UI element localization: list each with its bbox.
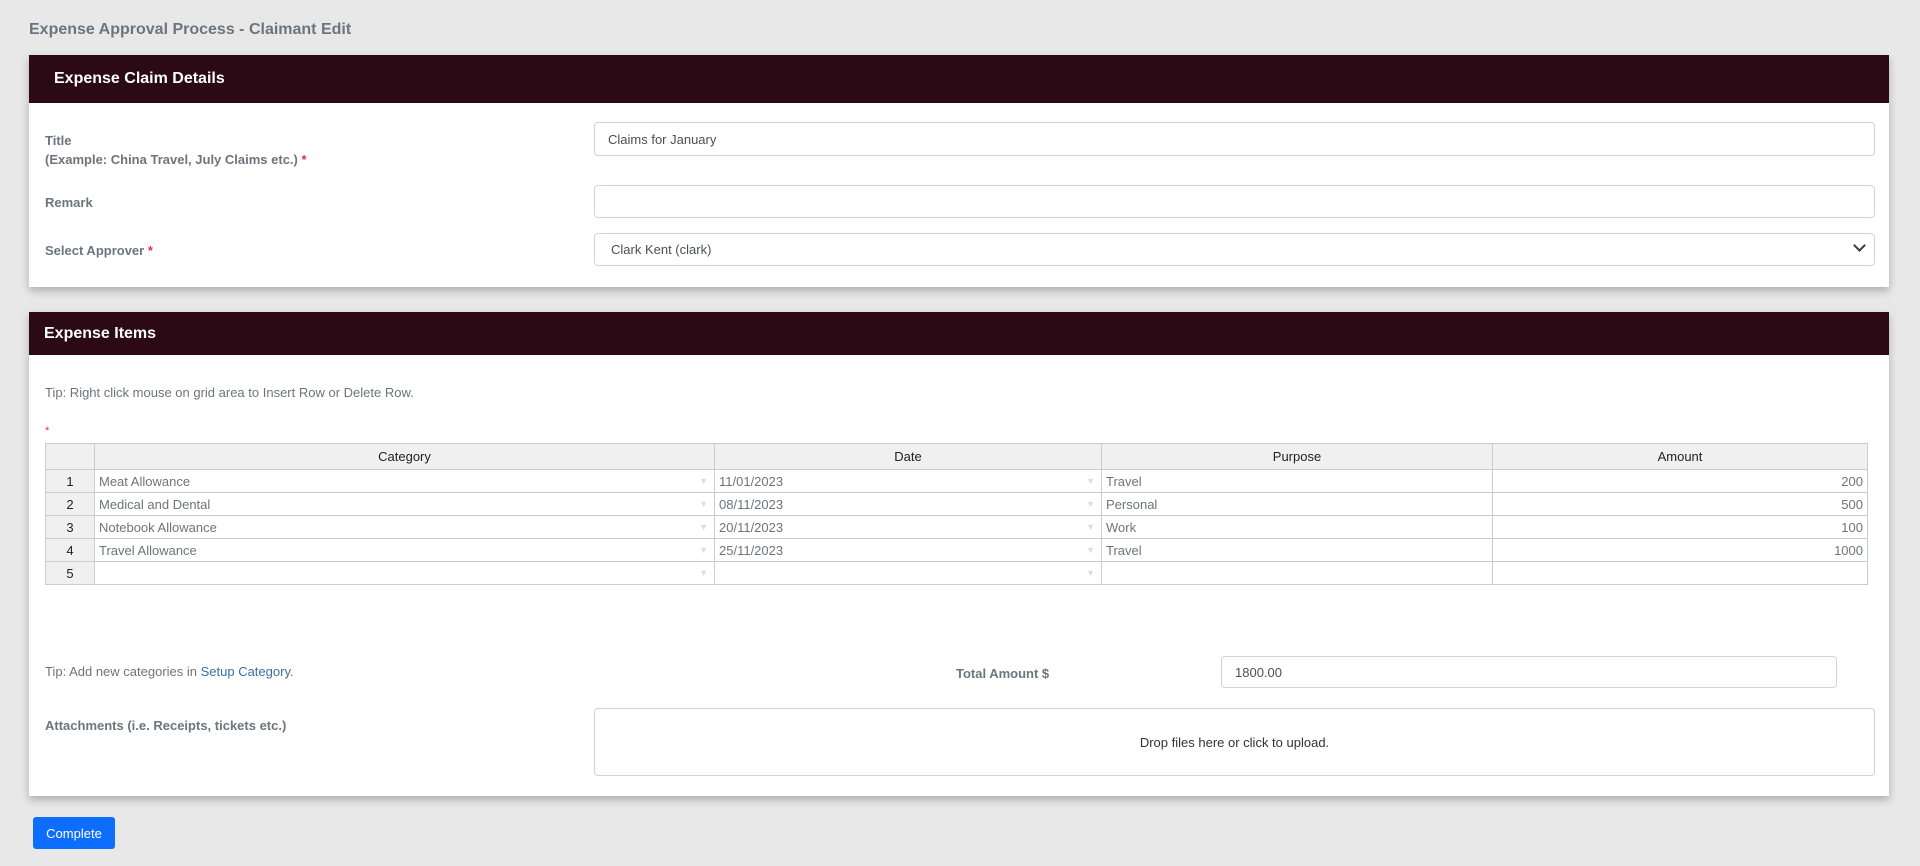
date-cell[interactable]: 11/01/2023 ▼	[714, 469, 1102, 493]
row-number[interactable]: 3	[45, 515, 95, 539]
row-number[interactable]: 1	[45, 469, 95, 493]
remark-input[interactable]	[594, 185, 1875, 218]
table-row: 3 Notebook Allowance ▼ 20/11/2023 ▼ Work 1…	[45, 515, 1868, 539]
purpose-cell[interactable]: Travel	[1101, 469, 1493, 493]
table-row: 1 Meat Allowance ▼ 11/01/2023 ▼ Travel 200	[45, 469, 1868, 493]
dropdown-arrow-icon[interactable]: ▼	[1086, 522, 1095, 532]
approver-label: Select Approver *	[45, 243, 153, 258]
total-amount-input[interactable]: 1800.00	[1221, 656, 1837, 688]
approver-value: Clark Kent (clark)	[611, 242, 712, 257]
table-row: 2 Medical and Dental ▼ 08/11/2023 ▼ Person…	[45, 492, 1868, 516]
date-cell[interactable]: 08/11/2023 ▼	[714, 492, 1102, 516]
title-input[interactable]: Claims for January	[594, 122, 1875, 156]
amount-cell[interactable]: 100	[1492, 515, 1868, 539]
chevron-down-icon	[1853, 239, 1866, 252]
panel-header: Expense Items	[29, 312, 1889, 355]
expense-items-panel: Expense Items Tip: Right click mouse on …	[29, 312, 1889, 796]
row-number[interactable]: 4	[45, 538, 95, 562]
dropdown-arrow-icon[interactable]: ▼	[699, 545, 708, 555]
purpose-cell[interactable]: Work	[1101, 515, 1493, 539]
total-amount-label: Total Amount $	[956, 666, 1050, 681]
row-number[interactable]: 5	[45, 561, 95, 585]
purpose-cell[interactable]: Personal	[1101, 492, 1493, 516]
dropdown-arrow-icon[interactable]: ▼	[1086, 499, 1095, 509]
approver-select[interactable]: Clark Kent (clark)	[594, 233, 1875, 266]
category-cell[interactable]: ▼	[94, 561, 715, 585]
dropdown-arrow-icon[interactable]: ▼	[1086, 545, 1095, 555]
dropdown-arrow-icon[interactable]: ▼	[699, 522, 708, 532]
row-number[interactable]: 2	[45, 492, 95, 516]
file-dropzone[interactable]: Drop files here or click to upload.	[594, 708, 1875, 776]
column-header-purpose[interactable]: Purpose	[1101, 443, 1493, 470]
dropdown-arrow-icon[interactable]: ▼	[699, 476, 708, 486]
purpose-cell[interactable]: Travel	[1101, 538, 1493, 562]
required-marker: *	[45, 425, 50, 437]
attachments-label: Attachments (i.e. Receipts, tickets etc.…	[45, 718, 287, 733]
dropdown-arrow-icon[interactable]: ▼	[1086, 568, 1095, 578]
page-title: Expense Approval Process - Claimant Edit	[29, 21, 352, 38]
grid-header-row: Category Date Purpose Amount	[45, 443, 1868, 470]
column-header-amount[interactable]: Amount	[1492, 443, 1868, 470]
amount-cell[interactable]	[1492, 561, 1868, 585]
date-cell[interactable]: ▼	[714, 561, 1102, 585]
category-cell[interactable]: Medical and Dental ▼	[94, 492, 715, 516]
grid-tip: Tip: Right click mouse on grid area to I…	[45, 385, 414, 400]
date-cell[interactable]: 25/11/2023 ▼	[714, 538, 1102, 562]
column-header-category[interactable]: Category	[94, 443, 715, 470]
expense-grid[interactable]: Category Date Purpose Amount 1 Meat Allo…	[45, 443, 1868, 585]
remark-label: Remark	[45, 195, 93, 210]
expense-claim-panel: Expense Claim Details Title (Example: Chi…	[29, 55, 1889, 287]
category-tip: Tip: Add new categories in Setup Categor…	[45, 664, 294, 679]
complete-button[interactable]: Complete	[33, 817, 115, 849]
corner-cell	[45, 443, 95, 470]
setup-category-link[interactable]: Setup Category	[201, 664, 290, 679]
amount-cell[interactable]: 500	[1492, 492, 1868, 516]
category-cell[interactable]: Meat Allowance ▼	[94, 469, 715, 493]
dropdown-arrow-icon[interactable]: ▼	[1086, 476, 1095, 486]
panel-header: Expense Claim Details	[29, 55, 1889, 103]
amount-cell[interactable]: 1000	[1492, 538, 1868, 562]
dropdown-arrow-icon[interactable]: ▼	[699, 568, 708, 578]
date-cell[interactable]: 20/11/2023 ▼	[714, 515, 1102, 539]
table-row: 5 ▼ ▼	[45, 561, 1868, 585]
column-header-date[interactable]: Date	[714, 443, 1102, 470]
category-cell[interactable]: Travel Allowance ▼	[94, 538, 715, 562]
title-label: Title (Example: China Travel, July Claims…	[45, 133, 307, 167]
table-row: 4 Travel Allowance ▼ 25/11/2023 ▼ Travel 1…	[45, 538, 1868, 562]
purpose-cell[interactable]	[1101, 561, 1493, 585]
dropdown-arrow-icon[interactable]: ▼	[699, 499, 708, 509]
amount-cell[interactable]: 200	[1492, 469, 1868, 493]
category-cell[interactable]: Notebook Allowance ▼	[94, 515, 715, 539]
